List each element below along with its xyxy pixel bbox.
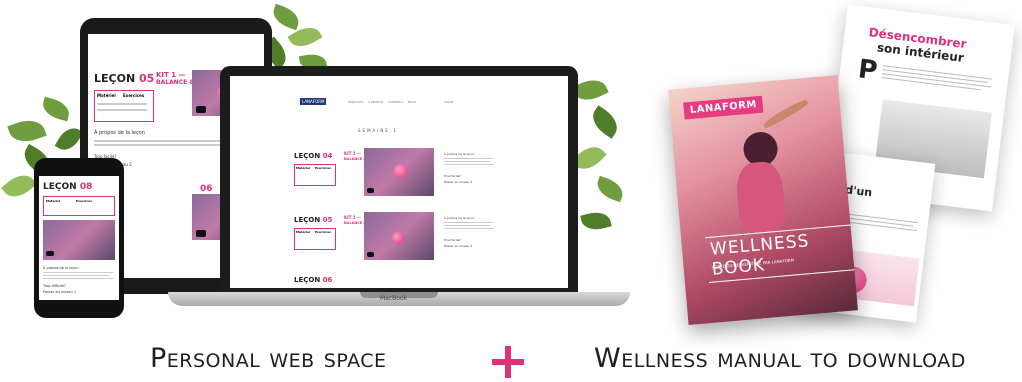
lesson-table: Matériel Exercices: [94, 90, 154, 122]
lesson-table: Matériel Exercices: [294, 164, 336, 186]
kit-title: KIT 1 —: [344, 151, 361, 156]
about-heading: À propos de la leçon: [94, 130, 145, 136]
table-header-exercises: Exercices: [123, 93, 145, 98]
level-link[interactable]: Passer au niveau 1: [43, 290, 76, 294]
about-heading: À propos de la leçon: [444, 152, 475, 156]
play-icon[interactable]: [46, 251, 54, 256]
lesson-label: LEÇON: [294, 216, 321, 224]
nav-item-products[interactable]: PRODUITS: [348, 100, 363, 104]
lesson-number-next: 06: [200, 184, 213, 194]
week-heading: SEMAINE 1: [358, 128, 398, 133]
about-heading: À propos de la leçon: [444, 216, 475, 220]
lesson-label: LEÇON: [94, 72, 136, 85]
lesson-label: LEÇON: [43, 182, 77, 192]
about-heading: À propos de la leçon: [43, 266, 79, 270]
lesson-table: Matériel Exercices: [294, 228, 336, 250]
table-header-material: Matériel: [46, 199, 61, 203]
play-icon[interactable]: [196, 230, 206, 237]
level-link[interactable]: Passer au niveau 2: [444, 244, 472, 248]
table-header-material: Matériel: [296, 230, 311, 234]
difficulty-question: Trop facile?: [444, 174, 461, 178]
table-header-exercises: Exercices: [76, 199, 92, 203]
table-header-exercises: Exercices: [315, 166, 331, 170]
lesson-number: 04: [322, 152, 333, 160]
lesson-number: 05: [139, 72, 155, 85]
lesson-table: Matériel Exercices: [43, 196, 115, 216]
lesson-video[interactable]: [364, 148, 434, 196]
phone-lesson-title: LEÇON 08: [43, 182, 92, 192]
table-header-material: Matériel: [97, 93, 116, 98]
caption-web-space: Personal web space: [150, 343, 387, 374]
laptop-brand-label: MacBook: [380, 295, 408, 302]
kit-title: KIT 1 —: [156, 71, 186, 79]
model-arm: [761, 97, 810, 130]
difficulty-question: Trop difficile?: [43, 284, 66, 288]
difficulty-question: Trop facile?: [444, 238, 461, 242]
play-icon[interactable]: [196, 106, 206, 113]
table-header-material: Matériel: [296, 166, 311, 170]
kit-title: KIT 1 —: [344, 215, 361, 220]
play-icon[interactable]: [367, 252, 374, 257]
book-cover: LANAFORM WELLNESS BOOK VOTRE GUIDE BIEN-…: [668, 75, 858, 325]
table-header-exercises: Exercices: [315, 230, 331, 234]
nav-item-blog[interactable]: BLOG: [408, 100, 416, 104]
lesson-number: 05: [322, 216, 333, 224]
cover-logo: LANAFORM: [683, 95, 764, 120]
laptop-screen: LANAFORM PRODUITS À PROPOS CONSEILS BLOG…: [230, 76, 568, 288]
model-body: [734, 160, 787, 235]
ball-image: [394, 164, 408, 178]
lesson-number: 08: [79, 182, 93, 192]
site-logo[interactable]: LANAFORM: [300, 98, 327, 105]
lesson-label: LEÇON: [294, 152, 321, 160]
phone-device: LEÇON 08 Matériel Exercices À propos de …: [34, 158, 124, 318]
tablet-lesson-title: LEÇON 05: [94, 72, 154, 85]
cover-title: WELLNESS BOOK: [705, 224, 855, 284]
play-icon[interactable]: [367, 188, 374, 193]
ball-image: [392, 232, 404, 244]
lesson-video[interactable]: [364, 212, 434, 260]
plus-icon: [492, 346, 524, 378]
phone-screen: LEÇON 08 Matériel Exercices À propos de …: [39, 176, 119, 300]
nav-item-tips[interactable]: CONSEILS: [388, 100, 403, 104]
drop-cap: P: [856, 54, 880, 87]
lesson-number: 06: [322, 276, 333, 284]
nav-item-about[interactable]: À PROPOS: [368, 100, 383, 104]
caption-wellness-manual: Wellness manual to download: [594, 343, 966, 374]
level-link[interactable]: Passer au niveau 2: [444, 180, 472, 184]
lesson-label: LEÇON: [294, 276, 321, 284]
lesson-video[interactable]: [43, 220, 115, 260]
nav-item-login[interactable]: LOGIN: [444, 100, 453, 104]
laptop-device: LANAFORM PRODUITS À PROPOS CONSEILS BLOG…: [220, 66, 578, 292]
